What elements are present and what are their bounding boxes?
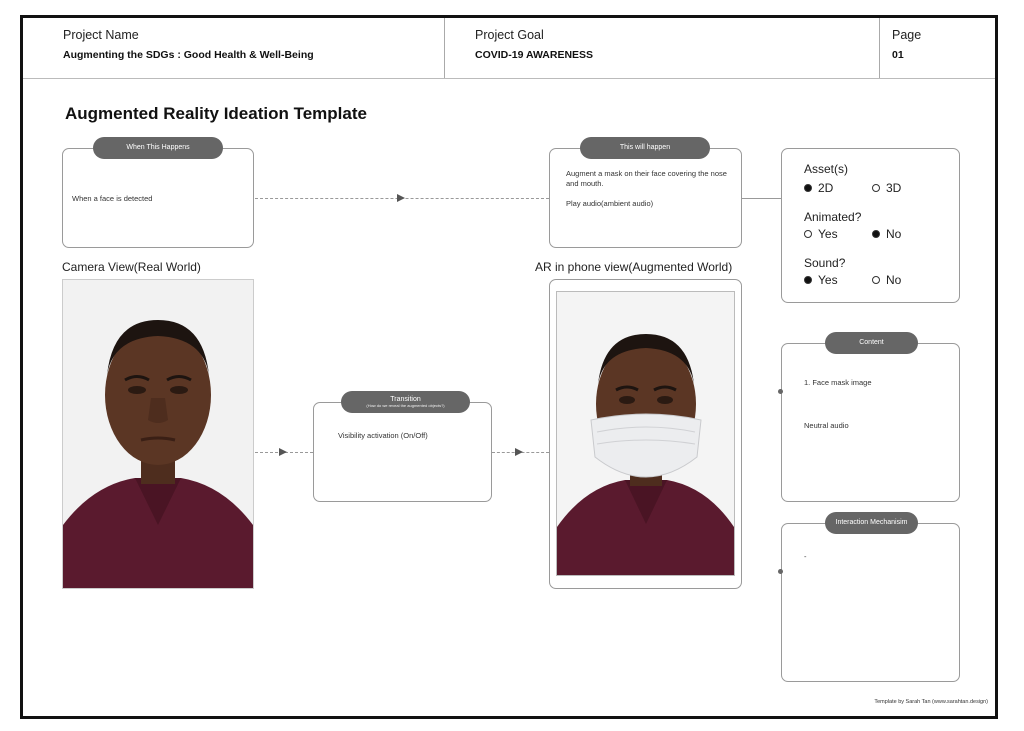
project-goal-value: COVID-19 AWARENESS — [475, 49, 594, 61]
trigger-pill-label: When This Happens — [126, 143, 190, 151]
ar-photo — [556, 291, 735, 576]
radio-selected-icon — [872, 230, 880, 238]
result-card: Augment a mask on their face covering th… — [549, 148, 742, 248]
assets-title: Asset(s) — [804, 162, 849, 176]
radio-empty-icon — [872, 184, 880, 192]
template-credit: Template by Sarah Tan (www.sarahtan.desi… — [874, 699, 988, 705]
ar-view-label: AR in phone view(Augmented World) — [535, 260, 733, 274]
transition-card: Visibility activation (On/Off) — [313, 402, 492, 502]
template-frame: Project Name Augmenting the SDGs : Good … — [20, 15, 998, 719]
content-pill: Content — [825, 332, 918, 354]
arrow-right-icon — [397, 194, 405, 202]
transition-pill-sub: (How do we reveal the augmented objects?… — [366, 402, 445, 408]
content-item-2: Neutral audio — [804, 421, 849, 430]
asset-option-label: 3D — [886, 181, 902, 195]
content-pill-label: Content — [859, 338, 884, 346]
header-divider — [444, 18, 445, 78]
assets-card: Asset(s) 2D 3D Animated? Yes No Sound? Y… — [781, 148, 960, 303]
project-name-value: Augmenting the SDGs : Good Health & Well… — [63, 49, 314, 61]
camera-photo — [62, 279, 254, 589]
transition-pill: Transition (How do we reveal the augment… — [341, 391, 470, 413]
sound-option-yes[interactable]: Yes — [804, 273, 838, 287]
radio-selected-icon — [804, 184, 812, 192]
asset-option-3d[interactable]: 3D — [872, 181, 901, 195]
project-name-label: Project Name — [63, 28, 139, 42]
animated-option-yes[interactable]: Yes — [804, 227, 838, 241]
interaction-pill: Interaction Mechanisim — [825, 512, 918, 534]
trigger-card: When a face is detected — [62, 148, 254, 248]
connector-dot — [778, 389, 783, 394]
radio-empty-icon — [804, 230, 812, 238]
arrow-right-icon — [279, 448, 287, 456]
ar-phone-card — [549, 279, 742, 589]
arrow-right-icon — [515, 448, 523, 456]
animated-option-label: Yes — [818, 227, 838, 241]
result-pill-label: This will happen — [619, 143, 671, 151]
transition-text: Visibility activation (On/Off) — [338, 431, 428, 440]
camera-view-label: Camera View(Real World) — [62, 260, 201, 274]
header-rule — [23, 78, 995, 79]
sound-title: Sound? — [804, 256, 846, 270]
radio-empty-icon — [872, 276, 880, 284]
project-goal-label: Project Goal — [475, 28, 544, 42]
header-divider — [879, 18, 880, 78]
sound-option-label: Yes — [818, 273, 838, 287]
trigger-text: When a face is detected — [72, 194, 153, 203]
sound-option-label: No — [886, 273, 902, 287]
template-title: Augmented Reality Ideation Template — [65, 104, 367, 123]
content-item-1: 1. Face mask image — [804, 378, 872, 387]
animated-option-no[interactable]: No — [872, 227, 901, 241]
result-text-1: Augment a mask on their face covering th… — [566, 169, 727, 188]
sound-option-no[interactable]: No — [872, 273, 901, 287]
result-text-2: Play audio(ambient audio) — [566, 199, 654, 208]
person-with-mask-icon — [557, 292, 734, 575]
page-label: Page — [892, 28, 922, 42]
trigger-pill: When This Happens — [93, 137, 223, 159]
radio-selected-icon — [804, 276, 812, 284]
person-photo-icon — [63, 280, 253, 588]
animated-title: Animated? — [804, 210, 862, 224]
content-card: 1. Face mask image Neutral audio — [781, 343, 960, 502]
animated-option-label: No — [886, 227, 902, 241]
asset-option-2d[interactable]: 2D — [804, 181, 833, 195]
interaction-card: - — [781, 523, 960, 682]
connector-dot — [778, 569, 783, 574]
interaction-text: - — [804, 552, 807, 561]
page-value: 01 — [892, 49, 904, 61]
asset-option-label: 2D — [818, 181, 834, 195]
connector-line — [742, 198, 781, 199]
interaction-pill-label: Interaction Mechanisim — [835, 518, 908, 526]
result-pill: This will happen — [580, 137, 710, 159]
